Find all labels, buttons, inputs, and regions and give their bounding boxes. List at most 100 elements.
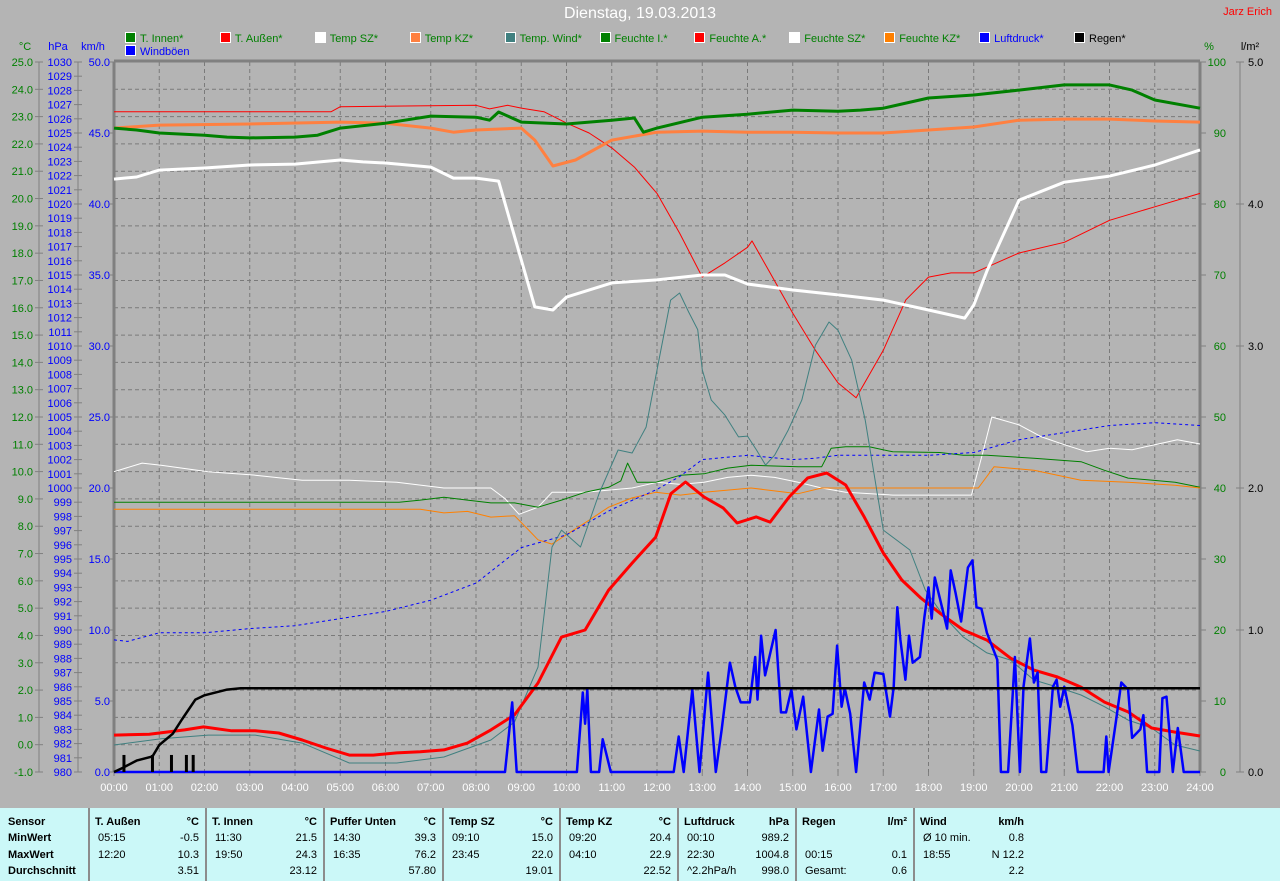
tick-label-press: 991 <box>54 611 72 623</box>
x-tick-label: 14:00 <box>734 782 762 794</box>
x-tick-label: 03:00 <box>236 782 264 794</box>
x-tick-label: 11:00 <box>598 782 625 794</box>
tick-label-temp: 0.0 <box>18 740 33 752</box>
column-unit: km/h <box>998 816 1024 828</box>
column-unit: °C <box>540 816 553 828</box>
x-tick-label: 09:00 <box>507 782 535 794</box>
stat-value: 989.2 <box>761 832 789 844</box>
rain-bar <box>184 754 188 772</box>
x-tick-label: 01:00 <box>145 782 173 794</box>
tick-label-rain: 2.0 <box>1248 483 1263 495</box>
stat-value: 24.3 <box>295 849 317 861</box>
x-tick-label: 17:00 <box>869 782 897 794</box>
tick-label-hum: 70 <box>1214 270 1226 282</box>
tick-label-press: 1009 <box>48 355 72 367</box>
row-label: Durchschnitt <box>8 865 76 877</box>
tick-label-press: 988 <box>54 653 72 665</box>
stats-column: Puffer Unten °C 14:30 39.3 16:35 76.2 57.80 <box>325 808 444 881</box>
tick-label-temp: 12.0 <box>12 412 33 424</box>
stat-value: 22.9 <box>649 849 671 861</box>
stat-value: 3.51 <box>177 865 199 877</box>
tick-label-press: 998 <box>54 511 72 523</box>
tick-label-temp: 24.0 <box>12 84 33 96</box>
x-tick-label: 18:00 <box>915 782 943 794</box>
tick-label-hum: 40 <box>1214 483 1226 495</box>
tick-label-hum: 20 <box>1214 625 1226 637</box>
tick-label-temp: 11.0 <box>12 439 33 451</box>
stat-value: 22.0 <box>531 849 553 861</box>
tick-label-hum: 0 <box>1220 767 1226 779</box>
column-unit: °C <box>423 816 436 828</box>
tick-label-press: 1025 <box>48 128 72 140</box>
tick-label-press: 1016 <box>48 256 72 268</box>
stat-value: 2.2 <box>1008 865 1024 877</box>
tick-label-press: 1008 <box>48 369 72 381</box>
x-tick-label: 08:00 <box>462 782 490 794</box>
tick-label-press: 999 <box>54 497 72 509</box>
stat-value: 998.0 <box>761 865 789 877</box>
row-label: Sensor <box>8 816 46 828</box>
tick-label-hum: 10 <box>1214 696 1226 708</box>
tick-label-press: 1007 <box>48 384 72 396</box>
tick-label-press: 994 <box>54 568 72 580</box>
tick-label-press: 983 <box>54 724 72 736</box>
tick-label-press: 992 <box>54 597 72 609</box>
stat-value: 19.01 <box>525 865 553 877</box>
tick-label-press: 1003 <box>48 440 72 452</box>
tick-label-hum: 30 <box>1214 554 1226 566</box>
stat-value <box>855 830 907 846</box>
tick-label-press: 993 <box>54 582 72 594</box>
tick-label-hum: 50 <box>1214 412 1226 424</box>
stats-column: Luftdruck hPa 00:10 989.2 22:30 1004.8 ^2.2hPa… <box>679 808 797 881</box>
stats-column: Temp KZ °C 09:20 20.4 04:10 22.9 22.52 <box>561 808 679 881</box>
x-tick-label: 07:00 <box>417 782 445 794</box>
stat-value: 39.3 <box>414 832 436 844</box>
tick-label-wind: 45.0 <box>89 128 110 140</box>
rain-bar <box>122 754 126 772</box>
column-unit: l/m² <box>887 816 907 828</box>
tick-label-rain: 3.0 <box>1248 341 1263 353</box>
tick-label-press: 1002 <box>48 455 72 467</box>
x-tick-label: 19:00 <box>960 782 988 794</box>
tick-label-rain: 0.0 <box>1248 767 1263 779</box>
row-label: MinWert <box>8 832 52 844</box>
tick-label-press: 1004 <box>48 426 72 438</box>
x-tick-label: 10:00 <box>553 782 581 794</box>
tick-label-wind: 40.0 <box>89 199 110 211</box>
x-tick-label: 00:00 <box>100 782 128 794</box>
tick-label-temp: 18.0 <box>12 248 33 260</box>
tick-label-press: 1026 <box>48 114 72 126</box>
stat-value: 21.5 <box>295 832 317 844</box>
tick-label-wind: 25.0 <box>89 412 110 424</box>
column-unit: °C <box>304 816 317 828</box>
tick-label-press: 990 <box>54 625 72 637</box>
axis-unit-rain: l/m² <box>1241 41 1260 53</box>
x-tick-label: 13:00 <box>688 782 716 794</box>
tick-label-rain: 1.0 <box>1248 625 1263 637</box>
stat-value: N 12.2 <box>991 849 1024 861</box>
x-tick-label: 22:00 <box>1096 782 1124 794</box>
tick-label-press: 995 <box>54 554 72 566</box>
tick-label-temp: 16.0 <box>12 303 33 315</box>
tick-label-temp: 14.0 <box>12 357 33 369</box>
axis-unit-temp: °C <box>19 41 31 53</box>
tick-label-press: 981 <box>54 753 72 765</box>
tick-label-press: 1010 <box>48 341 72 353</box>
tick-label-press: 997 <box>54 526 72 538</box>
stats-column: Temp SZ °C 09:10 15.0 23:45 22.0 19.01 <box>444 808 561 881</box>
stat-value: 20.4 <box>649 832 671 844</box>
tick-label-press: 1014 <box>48 284 72 296</box>
tick-label-temp: 6.0 <box>18 576 33 588</box>
tick-label-press: 982 <box>54 739 72 751</box>
tick-label-press: 1018 <box>48 227 72 239</box>
axis-unit-pressure: hPa <box>48 41 68 53</box>
tick-label-press: 1027 <box>48 100 72 112</box>
stat-value: 15.0 <box>531 832 553 844</box>
x-tick-label: 21:00 <box>1050 782 1078 794</box>
tick-label-wind: 35.0 <box>89 270 110 282</box>
stat-value: 0.8 <box>1008 832 1024 844</box>
statistics-table: Sensor MinWert MaxWert Durchschnitt T. Außen… <box>0 808 1280 881</box>
tick-label-press: 1028 <box>48 85 72 97</box>
rain-bar <box>191 754 195 772</box>
tick-label-wind: 20.0 <box>89 483 110 495</box>
